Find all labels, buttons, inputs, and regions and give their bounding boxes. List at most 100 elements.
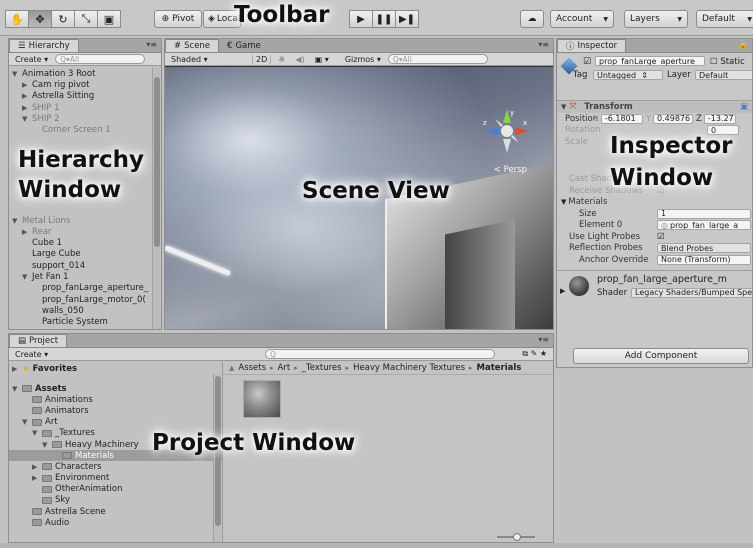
pause-icon[interactable]: ❚❚ — [372, 10, 396, 28]
pivot-button[interactable]: ⊕ Pivot — [154, 10, 202, 28]
layers-dropdown[interactable]: Layers ▼ — [624, 10, 688, 28]
hierarchy-item[interactable]: support_014 — [9, 260, 161, 271]
audio-icon[interactable]: ◀) — [292, 55, 307, 64]
shading-dropdown[interactable]: Shaded ▾ — [168, 55, 248, 64]
project-folder-item[interactable]: ▶ Characters — [9, 461, 222, 472]
project-folder-item[interactable]: ▼ Art — [9, 417, 222, 428]
hierarchy-item[interactable]: ▶ SHIP 1 — [9, 102, 161, 113]
project-folder-item[interactable]: Sky — [9, 495, 222, 506]
filter-icons[interactable]: ⧉ ✎ ★ — [522, 349, 547, 359]
account-dropdown[interactable]: Account ▼ — [550, 10, 614, 28]
cloud-button[interactable]: ☁ — [520, 10, 544, 28]
hierarchy-item[interactable]: walls_050 — [9, 305, 161, 316]
hierarchy-item[interactable]: prop_fanLarge_motor_0( — [9, 294, 161, 305]
light-icon[interactable]: ☼ — [275, 55, 288, 64]
project-scrollbar[interactable] — [213, 374, 221, 542]
image-icon[interactable]: ▣ ▾ — [312, 55, 332, 64]
breadcrumb-item[interactable]: _Textures — [302, 363, 342, 373]
help-icon[interactable]: ▣ — [740, 102, 748, 112]
tag-label: Tag — [573, 70, 588, 80]
hierarchy-item[interactable]: Corner Screen 1 — [9, 124, 161, 135]
tab-hierarchy[interactable]: ☰ Hierarchy — [9, 39, 79, 52]
anchor-override-field[interactable]: None (Transform) — [657, 254, 751, 265]
assets-item[interactable]: ▼ Assets — [9, 383, 222, 394]
create-dropdown[interactable]: Create ▾ — [12, 350, 51, 359]
position-x-field[interactable]: -6.1801 — [600, 113, 643, 124]
tab-scene[interactable]: # Scene — [165, 39, 220, 52]
hierarchy-item[interactable]: ▼ Jet Fan 1 — [9, 271, 161, 282]
breadcrumb-item[interactable]: Heavy Machinery Textures — [353, 363, 465, 373]
rotate-tool-icon[interactable]: ↻ — [51, 10, 75, 28]
folder-icon — [42, 429, 52, 437]
hierarchy-item[interactable]: Particle System — [9, 317, 161, 328]
transform-header[interactable]: ▼ ⤧ Transform ▣ — [557, 100, 752, 113]
project-folder-item[interactable]: Animations — [9, 394, 222, 405]
play-icon[interactable]: ▶ — [349, 10, 373, 28]
breadcrumb-item[interactable]: Assets — [238, 363, 266, 373]
orientation-gizmo-icon[interactable]: y x z — [483, 107, 531, 155]
step-icon[interactable]: ▶❚ — [395, 10, 419, 28]
rect-tool-icon[interactable]: ▣ — [97, 10, 121, 28]
lock-icon[interactable]: 🔒 — [738, 40, 748, 49]
breadcrumb-separator-icon: ▸ — [270, 364, 274, 372]
2d-toggle[interactable]: 2D — [252, 54, 272, 64]
position-y-field[interactable]: 0.49876 — [653, 113, 694, 124]
tab-inspector[interactable]: ⓘ Inspector — [557, 39, 627, 52]
panel-menu-icon[interactable]: ▾≡ — [146, 40, 157, 49]
hierarchy-item[interactable]: ▶ Astrella Sitting — [9, 91, 161, 102]
breadcrumb-item[interactable]: Art — [278, 363, 291, 373]
gizmos-dropdown[interactable]: Gizmos ▾ — [342, 55, 384, 64]
tab-project[interactable]: ▤ Project — [9, 334, 68, 347]
size-field[interactable]: 1 — [657, 208, 751, 219]
slider-knob[interactable] — [513, 533, 521, 541]
hand-tool-icon[interactable]: ✋ — [5, 10, 29, 28]
thumbnail-size-slider[interactable] — [497, 533, 535, 541]
annotation-scene: Scene View — [302, 178, 450, 204]
move-tool-icon[interactable]: ✥ — [28, 10, 52, 28]
project-folder-item[interactable]: Animators — [9, 405, 222, 416]
breadcrumb-item[interactable]: Materials — [477, 363, 522, 373]
hierarchy-scroll-thumb[interactable] — [154, 77, 160, 247]
project-folder-item[interactable]: OtherAnimation — [9, 484, 222, 495]
project-folder-item[interactable]: Audio — [9, 517, 222, 528]
static-checkbox[interactable]: ☐ Static — [710, 57, 745, 67]
hierarchy-item[interactable]: ▼ Animation 3 Root — [9, 68, 161, 79]
layer-dropdown[interactable]: Default — [695, 70, 752, 80]
active-checkbox[interactable]: ☑ — [583, 57, 591, 67]
shader-dropdown[interactable]: Legacy Shaders/Bumped Spec — [631, 287, 752, 298]
project-search-input[interactable]: Q — [265, 349, 495, 359]
favorites-item[interactable]: ▶ ★ Favorites — [9, 362, 222, 375]
material-thumbnail[interactable] — [243, 380, 281, 418]
hierarchy-search-input[interactable]: Q▾All — [55, 54, 146, 64]
project-folder-item[interactable]: Astrella Scene — [9, 506, 222, 517]
reflection-probes-dropdown[interactable]: Blend Probes — [657, 243, 751, 254]
hierarchy-item-label: Astrella Sitting — [32, 91, 95, 102]
layout-dropdown[interactable]: Default ▼ — [696, 10, 753, 28]
object-name-field[interactable]: prop_fanLarge_aperture_ — [595, 56, 705, 66]
element0-field[interactable]: ◎ prop_fan_large_a — [657, 220, 751, 231]
tag-dropdown[interactable]: Untagged ⇕ — [593, 70, 663, 80]
play-controls: ▶ ❚❚ ▶❚ — [349, 10, 419, 28]
create-dropdown[interactable]: Create ▾ — [12, 55, 51, 64]
tab-game[interactable]: € Game — [219, 39, 269, 52]
hierarchy-item[interactable]: Cube 1 — [9, 237, 161, 248]
scale-tool-icon[interactable]: ⤡ — [74, 10, 98, 28]
hierarchy-item-label: Animation 3 Root — [22, 68, 96, 79]
hierarchy-scrollbar[interactable] — [152, 67, 160, 329]
project-folder-item[interactable]: ▶ Environment — [9, 473, 222, 484]
persp-label[interactable]: < Persp — [494, 165, 527, 175]
hierarchy-item[interactable]: ▼ Metal Lions — [9, 215, 161, 226]
hierarchy-item[interactable]: ▼ SHIP 2 — [9, 113, 161, 124]
hierarchy-item[interactable]: prop_fanLarge_aperture_ — [9, 283, 161, 294]
hierarchy-item[interactable]: Large Cube — [9, 249, 161, 260]
position-z-field[interactable]: -13.27 — [703, 113, 736, 124]
scroll-up-icon[interactable]: ▲ — [229, 364, 234, 372]
hierarchy-item[interactable]: ▶ Rear — [9, 226, 161, 237]
add-component-button[interactable]: Add Component — [573, 348, 749, 364]
hierarchy-item[interactable]: ▶ Cam rig pivot — [9, 79, 161, 90]
panel-menu-icon[interactable]: ▾≡ — [538, 40, 549, 49]
materials-row[interactable]: ▼ Materials — [557, 197, 752, 209]
light-probes-checkbox[interactable]: ☑ — [657, 232, 665, 242]
scene-search-input[interactable]: Q▾All — [387, 54, 488, 64]
panel-menu-icon[interactable]: ▾≡ — [538, 335, 549, 344]
